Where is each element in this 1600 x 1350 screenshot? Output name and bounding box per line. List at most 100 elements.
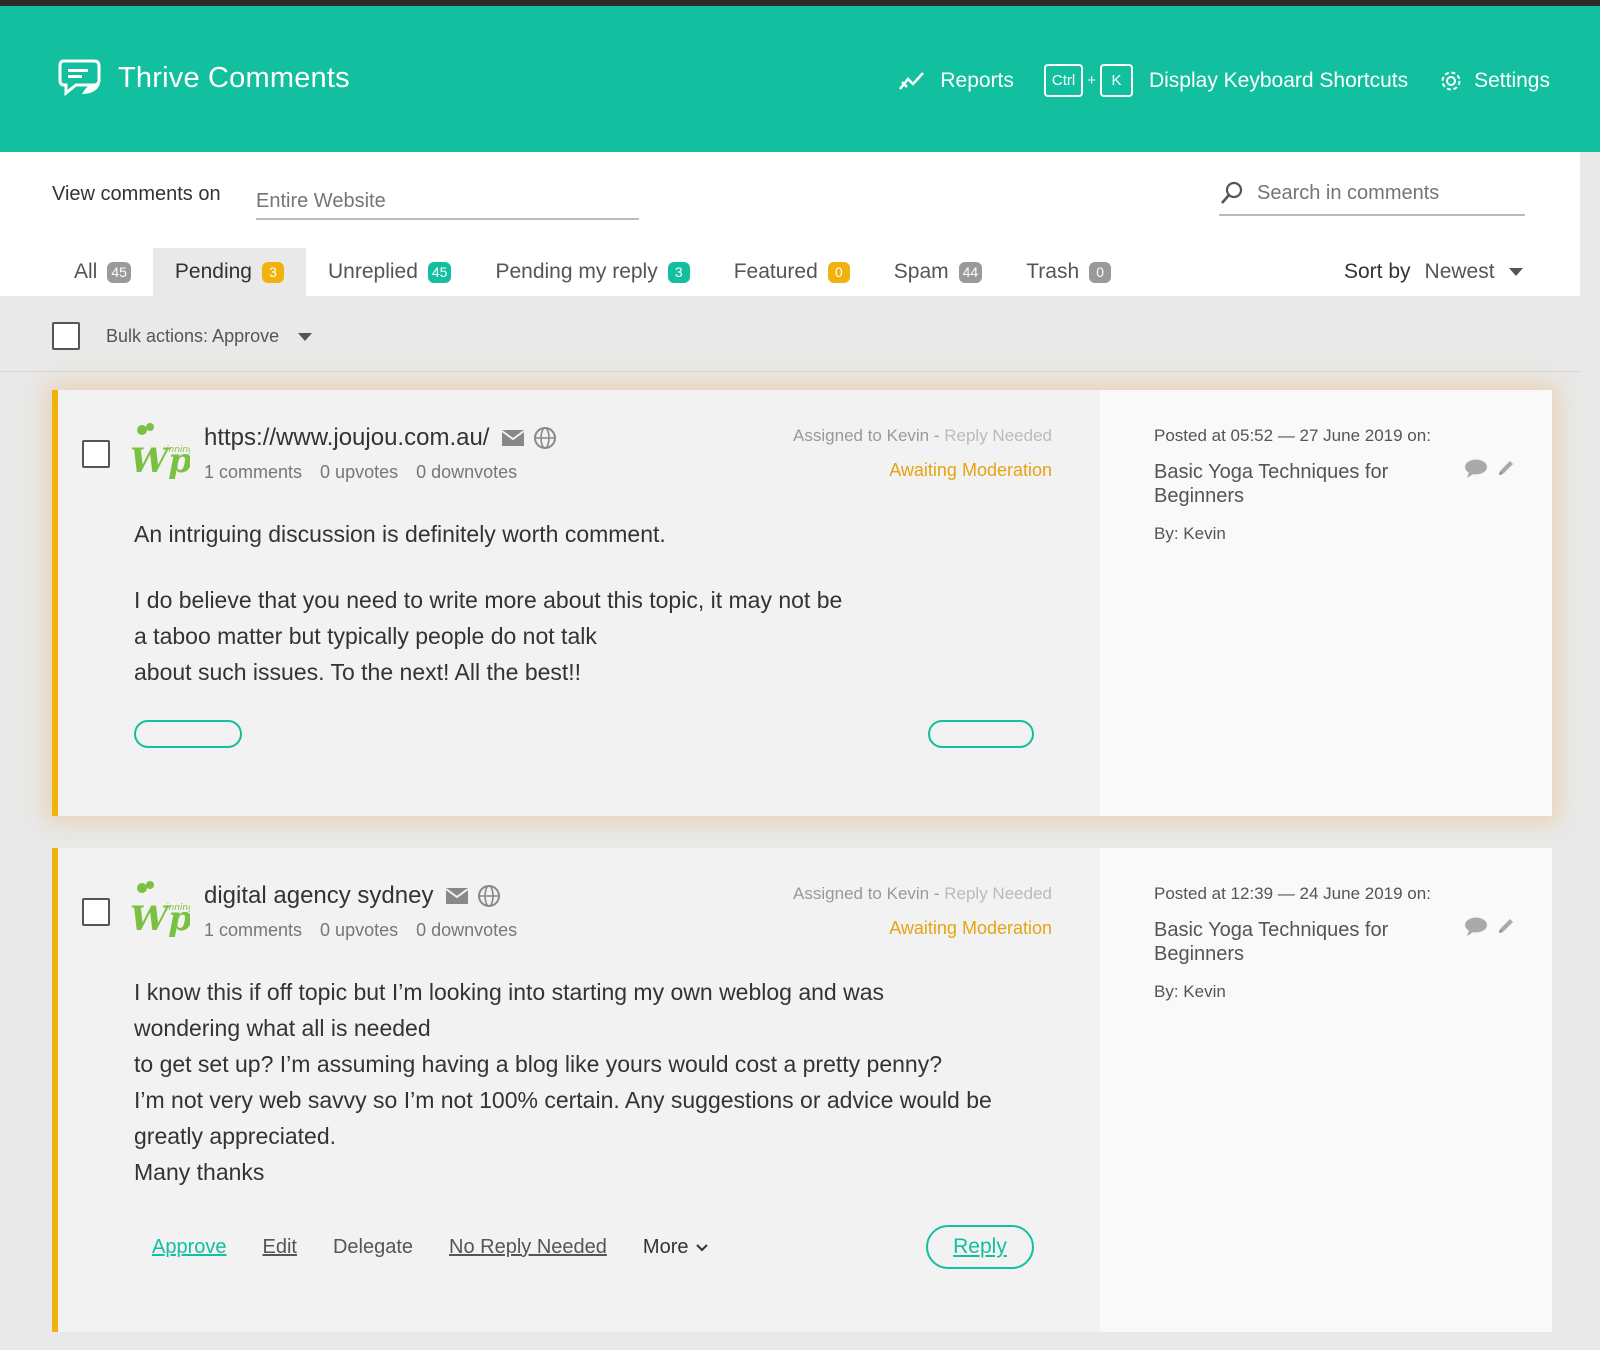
keyboard-shortcuts-link[interactable]: Ctrl + K Display Keyboard Shortcuts — [1043, 64, 1408, 97]
bulk-actions-dropdown[interactable]: Bulk actions: Approve — [106, 326, 313, 347]
globe-icon[interactable] — [533, 426, 557, 450]
downvotes-count: 0 downvotes — [416, 462, 518, 482]
view-comments-label: View comments on — [52, 183, 221, 205]
pencil-icon[interactable] — [1496, 916, 1516, 936]
comment-line: about such issues. To the next! All the … — [134, 659, 582, 685]
caret-down-icon — [1508, 268, 1523, 276]
comment-line: I know this if off topic but I’m looking… — [134, 979, 885, 1005]
sort-dropdown[interactable]: Sort by Newest — [1344, 260, 1523, 284]
assigned-to: Assigned to Kevin — [793, 426, 930, 445]
comment-actions: Approve Edit Delegate No Reply Needed Mo… — [152, 1236, 744, 1259]
gear-icon — [1441, 71, 1461, 90]
author-name[interactable]: digital agency sydney — [204, 882, 433, 910]
delegate-button[interactable]: Delegate — [333, 1236, 413, 1259]
comments-count: 1 comments — [204, 920, 303, 940]
post-filter-input[interactable] — [256, 180, 639, 220]
upvotes-count: 0 upvotes — [320, 462, 399, 482]
count-badge: 3 — [262, 261, 284, 283]
comment-line: wondering what all is needed — [134, 1015, 431, 1041]
speech-bubble-icon[interactable] — [1464, 916, 1488, 936]
globe-icon[interactable] — [477, 884, 501, 908]
more-label: More — [642, 1236, 689, 1258]
reports-link[interactable]: Reports — [898, 69, 1014, 93]
author-name[interactable]: https://www.joujou.com.au/ — [204, 424, 489, 452]
select-all-checkbox[interactable] — [52, 322, 80, 350]
comment-body: I know this if off topic but I’m looking… — [134, 974, 992, 1190]
caret-down-icon — [298, 333, 313, 342]
no-reply-needed-button[interactable]: No Reply Needed — [449, 1236, 607, 1259]
tab-spam[interactable]: Spam 44 — [872, 248, 1004, 296]
svg-text:inning: inning — [166, 445, 190, 455]
settings-label: Settings — [1474, 68, 1550, 92]
post-author: By: Kevin — [1154, 982, 1226, 1001]
comment-body: An intriguing discussion is definitely w… — [134, 516, 842, 690]
app-title: Thrive Comments — [118, 61, 350, 94]
comment-stats: 1 comments 0 upvotes 0 downvotes — [204, 920, 535, 941]
approve-button[interactable]: Approve — [152, 1236, 227, 1259]
post-author: By: Kevin — [1154, 524, 1226, 543]
reply-button-clipped[interactable] — [928, 720, 1034, 748]
downvotes-count: 0 downvotes — [416, 920, 518, 940]
more-dropdown[interactable]: More — [643, 1236, 709, 1259]
tab-pending[interactable]: Pending 3 — [152, 248, 306, 296]
comment-author: https://www.joujou.com.au/ — [204, 424, 557, 452]
posted-at: Posted at 12:39 — 24 June 2019 on: — [1154, 884, 1431, 903]
comment-line: I do believe that you need to write more… — [134, 587, 843, 613]
tab-label: Unreplied — [328, 260, 418, 283]
header-nav: Reports Ctrl + K Display Keyboard Shortc… — [868, 64, 1550, 97]
bulk-value: Approve — [212, 326, 280, 346]
pencil-icon[interactable] — [1496, 458, 1516, 478]
post-title[interactable]: Basic Yoga Techniques for Beginners — [1154, 460, 1454, 508]
search-box[interactable] — [1219, 172, 1525, 216]
comment-stats: 1 comments 0 upvotes 0 downvotes — [204, 462, 535, 483]
post-icons — [1464, 458, 1516, 478]
avatar: Wp inning — [130, 881, 190, 939]
edit-button[interactable]: Edit — [263, 1236, 297, 1259]
comment-line: to get set up? I’m assuming having a blo… — [134, 1051, 943, 1077]
reply-button[interactable]: Reply — [926, 1225, 1034, 1269]
comment-line: Many thanks — [134, 1159, 265, 1185]
count-badge: 0 — [1089, 261, 1112, 283]
reports-label: Reports — [940, 68, 1014, 92]
tab-unreplied[interactable]: Unreplied 45 — [306, 248, 473, 296]
tab-all[interactable]: All 45 — [52, 248, 153, 296]
approve-button-clipped[interactable] — [134, 720, 242, 748]
brand[interactable]: Thrive Comments — [58, 58, 350, 98]
search-input[interactable] — [1257, 181, 1517, 205]
comment-card: Wp inning digital agency sydney 1 commen… — [52, 848, 1552, 1332]
app-header: Thrive Comments Reports Ctrl + K Display… — [0, 6, 1600, 152]
bulk-label: Bulk actions: — [106, 326, 209, 346]
speech-bubble-icon[interactable] — [1464, 458, 1488, 478]
comment-checkbox[interactable] — [82, 898, 110, 926]
email-icon[interactable] — [445, 887, 470, 905]
search-icon — [1221, 181, 1243, 204]
post-title[interactable]: Basic Yoga Techniques for Beginners — [1154, 918, 1454, 966]
count-badge: 45 — [427, 261, 452, 283]
settings-link[interactable]: Settings — [1438, 68, 1550, 94]
sort-value: Newest — [1424, 260, 1495, 283]
count-badge: 45 — [107, 261, 131, 283]
tab-featured[interactable]: Featured 0 — [712, 248, 872, 296]
status-tabs: All 45 Pending 3 Unreplied 45 Pending my… — [52, 248, 1133, 296]
sort-label: Sort by — [1344, 260, 1411, 283]
count-badge: 3 — [667, 261, 690, 283]
svg-text:inning: inning — [166, 903, 190, 913]
assignment-status: Assigned to Kevin - Reply Needed — [793, 884, 1052, 904]
k-key: K — [1099, 64, 1133, 97]
reply-needed-label: Reply Needed — [944, 426, 1052, 445]
comment-line: An intriguing discussion is definitely w… — [134, 521, 666, 547]
tab-trash[interactable]: Trash 0 — [1004, 248, 1133, 296]
upvotes-count: 0 upvotes — [320, 920, 399, 940]
assigned-separator: - — [929, 884, 945, 903]
tab-pending-my-reply[interactable]: Pending my reply 3 — [473, 248, 711, 296]
comment-checkbox[interactable] — [82, 440, 110, 468]
thrive-comments-logo-icon — [58, 59, 101, 97]
chevron-down-icon — [696, 1243, 709, 1251]
posted-at: Posted at 05:52 — 27 June 2019 on: — [1154, 426, 1431, 445]
moderation-status: Awaiting Moderation — [889, 460, 1052, 480]
count-badge: 0 — [827, 261, 850, 283]
email-icon[interactable] — [501, 429, 526, 447]
moderation-status: Awaiting Moderation — [889, 918, 1052, 938]
clipped-action-row — [134, 720, 1084, 748]
assignment-status: Assigned to Kevin - Reply Needed — [793, 426, 1052, 446]
